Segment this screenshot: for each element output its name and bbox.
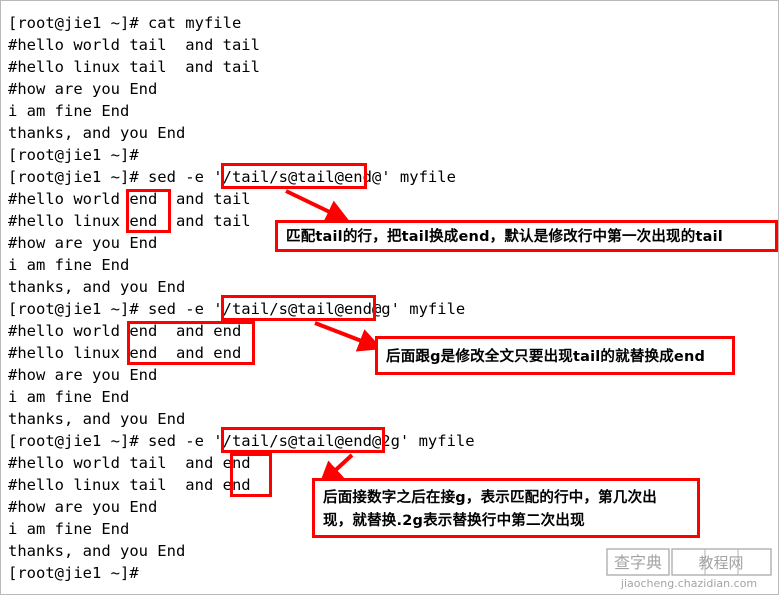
watermark-brand: 查字典 <box>614 553 662 572</box>
watermark: 查字典 教程网 jiaocheng.chazidian.com <box>606 548 772 590</box>
terminal-line: thanks, and you End <box>8 124 186 142</box>
annotation-note-2: 后面跟g是修改全文只要出现tail的就替换成end <box>375 336 735 375</box>
terminal-line: thanks, and you End <box>8 410 186 428</box>
terminal-line: i am fine End <box>8 520 130 538</box>
terminal-line: i am fine End <box>8 388 130 406</box>
terminal-line: i am fine End <box>8 102 130 120</box>
terminal-line: [root@jie1 ~]# cat myfile <box>8 14 242 32</box>
annotation-note-1: 匹配tail的行，把tail换成end，默认是修改行中第一次出现的tail <box>275 220 778 252</box>
arrow-to-note-1 <box>285 189 351 223</box>
terminal-line: #hello world tail and end <box>8 454 251 472</box>
terminal-line: #how are you End <box>8 498 158 516</box>
terminal-line: thanks, and you End <box>8 542 186 560</box>
annotation-note-2-line: 后面跟g是修改全文只要出现tail的就替换成end <box>386 349 706 365</box>
terminal-line: thanks, and you End <box>8 278 186 296</box>
highlight-box-result-2 <box>127 321 255 365</box>
terminal-line: [root@jie1 ~]# <box>8 564 139 582</box>
terminal-line: #hello linux tail and end <box>8 476 251 494</box>
terminal-line: #hello linux tail and tail <box>8 58 260 76</box>
terminal-line: i am fine End <box>8 256 130 274</box>
annotation-note-3: 后面接数字之后在接g，表示匹配的行中，第几次出 现，就替换.2g表示替换行中第二… <box>312 478 700 538</box>
annotation-note-3-line: 现，就替换.2g表示替换行中第二次出现 <box>323 513 585 529</box>
terminal-line: [root@jie1 ~]# <box>8 146 139 164</box>
terminal-line: #how are you End <box>8 80 158 98</box>
watermark-brand-2: 教程网 <box>698 554 743 572</box>
terminal-line: #hello world tail and tail <box>8 36 260 54</box>
annotation-note-1-line: 匹配tail的行，把tail换成end，默认是修改行中第一次出现的tail <box>286 229 723 245</box>
screenshot-canvas: [root@jie1 ~]# cat myfile #hello world t… <box>0 0 780 596</box>
highlight-box-sed-expression-3 <box>221 427 385 453</box>
highlight-box-sed-expression-2 <box>221 295 376 321</box>
highlight-box-result-3 <box>230 453 272 497</box>
highlight-box-result-1 <box>126 189 171 233</box>
arrow-to-note-2 <box>314 321 383 352</box>
terminal-line: #how are you End <box>8 366 158 384</box>
annotation-note-3-line: 后面接数字之后在接g，表示匹配的行中，第几次出 <box>323 490 657 506</box>
highlight-box-sed-expression-1 <box>221 163 367 189</box>
arrow-to-note-3 <box>318 453 354 486</box>
terminal-line: #how are you End <box>8 234 158 252</box>
watermark-domain: jiaocheng.chazidian.com <box>620 577 757 590</box>
